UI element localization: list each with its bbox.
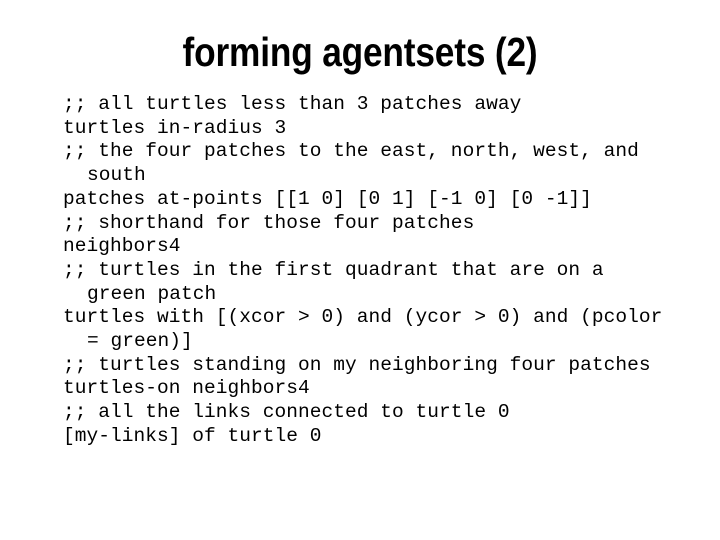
page-title: forming agentsets (2)	[182, 29, 538, 75]
code-line: neighbors4	[63, 235, 181, 258]
code-line: ;; the four patches to the east, north, …	[63, 140, 651, 187]
code-line: ;; turtles in the first quadrant that ar…	[63, 258, 616, 305]
code-line: turtles with [(xcor > 0) and (ycor > 0) …	[63, 306, 675, 353]
code-line: ;; turtles standing on my neighboring fo…	[63, 353, 651, 376]
code-body: ;; all turtles less than 3 patches away …	[63, 93, 673, 449]
code-line: ;; all turtles less than 3 patches away	[63, 93, 522, 115]
slide-canvas: forming agentsets (2) ;; all turtles les…	[0, 0, 720, 540]
code-line: ;; shorthand for those four patches	[63, 211, 475, 234]
code-line: patches at-points [[1 0] [0 1] [-1 0] [0…	[63, 187, 592, 210]
code-line: ;; all the links connected to turtle 0	[63, 401, 510, 424]
code-line: turtles-on neighbors4	[63, 377, 310, 400]
code-line: [my-links] of turtle 0	[63, 424, 322, 447]
code-line: turtles in-radius 3	[63, 116, 287, 139]
